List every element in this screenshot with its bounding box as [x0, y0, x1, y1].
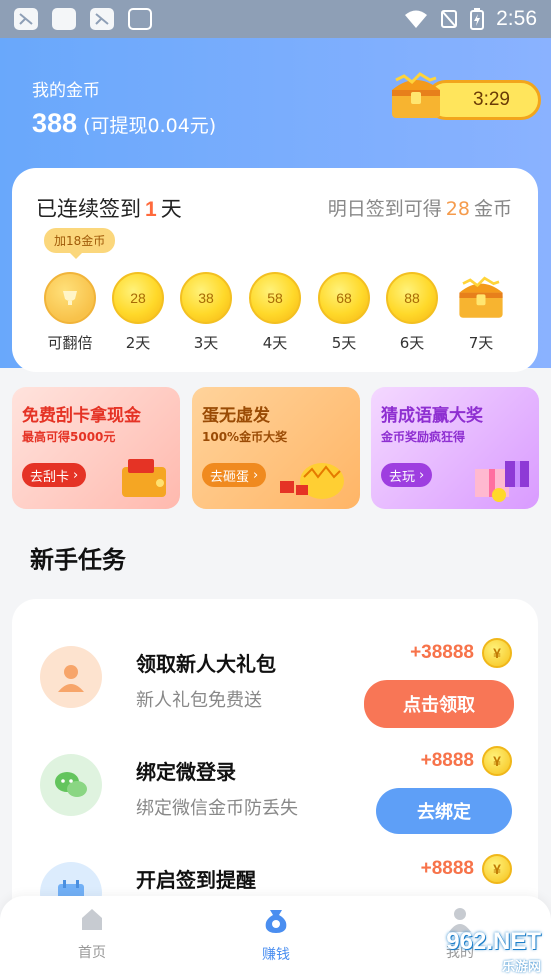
nav-earn[interactable]: 赚钱: [236, 906, 316, 964]
watermark-main: 962.NET: [446, 928, 541, 955]
yen-coin-icon: ¥: [482, 854, 512, 884]
signin-day-2[interactable]: 28 2天: [110, 272, 166, 353]
task-reward: +8888 ¥: [421, 854, 512, 884]
signin-day-label: 3天: [193, 334, 219, 352]
task-reward-amount: +8888: [420, 750, 474, 771]
trophy-icon: [44, 272, 96, 324]
coin-icon: 68: [318, 272, 370, 324]
user-avatar-icon: [40, 646, 102, 708]
coin-icon: 28: [112, 272, 164, 324]
signin-day-label: 4天: [262, 334, 288, 352]
signin-streak: 已连续签到 1 天: [36, 193, 182, 223]
coin-icon: 88: [386, 272, 438, 324]
status-bar: 2:56: [0, 0, 551, 38]
my-coins-label: 我的金币: [32, 81, 100, 101]
task-item-newbie-gift: 领取新人大礼包 新人礼包免费送 +38888 ¥ 点击领取: [12, 636, 538, 746]
treasure-chest-icon: [392, 72, 440, 118]
button-label: 去刮卡: [30, 469, 70, 485]
watermark-logo: 962.NET 乐游网: [446, 928, 541, 975]
signin-streak-suffix: 天: [160, 197, 182, 221]
chevron-right-icon: ›: [253, 467, 259, 483]
chevron-right-icon: ›: [73, 467, 79, 483]
signin-streak-prefix: 已连续签到: [36, 197, 141, 221]
clock: 2:56: [496, 7, 537, 30]
tomorrow-reward-amount: 28: [445, 198, 470, 220]
task-item-bind-wechat: 绑定微登录 绑定微信金币防丢失 +8888 ¥ 去绑定: [12, 744, 538, 854]
signin-day-5[interactable]: 68 5天: [316, 272, 372, 353]
no-signal-icon: [441, 10, 458, 28]
notification-app-icon: [52, 8, 76, 30]
promo-subtitle: 金币奖励疯狂得: [381, 430, 466, 444]
signin-card: 已连续签到 1 天 明日签到可得 28 金币 加18金币 可翻倍 28 2天 38 3天…: [12, 168, 538, 372]
egg-smash-button[interactable]: 去砸蛋 ›: [202, 463, 267, 487]
nav-home[interactable]: 首页: [52, 906, 132, 962]
shopping-bag-icon: [128, 8, 152, 30]
task-description: 新人礼包免费送: [136, 690, 262, 711]
task-reward: +8888 ¥: [421, 746, 512, 776]
wechat-icon: [40, 754, 102, 816]
task-reward-amount: +38888: [410, 642, 474, 663]
signin-streak-days: 1: [145, 198, 157, 221]
chevron-right-icon: ›: [419, 467, 425, 483]
coin-icon: 38: [180, 272, 232, 324]
nav-label: 赚钱: [262, 947, 290, 963]
promo-title: 猜成语赢大奖: [381, 406, 483, 426]
signin-day-4[interactable]: 58 4天: [247, 272, 303, 353]
wifi-icon: [405, 10, 428, 28]
treasure-chest-timer[interactable]: 3:29: [386, 70, 546, 130]
task-title: 领取新人大礼包: [136, 652, 276, 676]
tomorrow-reward-prefix: 明日签到可得: [327, 198, 442, 220]
signin-day-label: 6天: [399, 334, 425, 352]
coin-balance: 388 (可提现0.04元): [32, 108, 216, 139]
wallet-icon: [122, 459, 166, 497]
promo-title: 免费刮卡拿现金: [22, 406, 141, 426]
tomorrow-reward-suffix: 金币: [473, 198, 512, 220]
signin-day-7[interactable]: 7天: [453, 272, 509, 353]
home-icon: [82, 909, 102, 930]
money-bag-icon: [265, 910, 287, 933]
withdraw-amount: (可提现0.04元): [83, 115, 217, 137]
section-title-newbie-tasks: 新手任务: [30, 546, 126, 574]
promo-idiom-guess[interactable]: 猜成语赢大奖 金币奖励疯狂得 去玩 ›: [371, 387, 539, 509]
promo-egg-smash[interactable]: 蛋无虚发 100%金币大奖 去砸蛋 ›: [192, 387, 360, 509]
task-reward-amount: +8888: [420, 858, 474, 879]
button-label: 去砸蛋: [210, 469, 250, 485]
signin-day-label: 7天: [468, 334, 494, 352]
watermark-sub: 乐游网: [501, 959, 541, 974]
task-title: 绑定微登录: [136, 760, 236, 784]
play-button[interactable]: 去玩 ›: [381, 463, 433, 487]
task-title: 开启签到提醒: [136, 868, 256, 892]
coin-amount: 388: [32, 108, 78, 138]
promo-subtitle: 最高可得5000元: [22, 430, 116, 444]
nav-label: 首页: [78, 945, 106, 961]
bind-wechat-button[interactable]: 去绑定: [376, 788, 512, 834]
signin-day-3[interactable]: 38 3天: [178, 272, 234, 353]
yen-coin-icon: ¥: [482, 746, 512, 776]
button-label: 去玩: [389, 469, 416, 485]
signin-day-1[interactable]: 可翻倍: [42, 272, 98, 353]
signin-day-6[interactable]: 88 6天: [384, 272, 440, 353]
claim-gift-button[interactable]: 点击领取: [364, 680, 514, 728]
scratch-card-button[interactable]: 去刮卡 ›: [22, 463, 87, 487]
treasure-chest-icon: [459, 276, 503, 318]
yen-coin-icon: ¥: [482, 638, 512, 668]
battery-icon: [470, 8, 485, 30]
golden-egg-icon: [280, 463, 344, 499]
signin-day-label: 可翻倍: [47, 334, 93, 352]
notification-app-icon: [14, 8, 38, 30]
signin-day-label: 5天: [331, 334, 357, 352]
gift-box-icon: [475, 461, 529, 502]
promo-subtitle: 100%金币大奖: [202, 430, 288, 444]
signin-day-label: 2天: [125, 334, 151, 352]
task-reward: +38888 ¥: [410, 638, 512, 668]
bonus-bubble: 加18金币: [44, 228, 116, 259]
tomorrow-reward: 明日签到可得 28 金币: [328, 194, 512, 221]
coin-icon: 58: [249, 272, 301, 324]
task-description: 绑定微信金币防丢失: [136, 798, 298, 819]
promo-scratch-card[interactable]: 免费刮卡拿现金 最高可得5000元 去刮卡 ›: [12, 387, 180, 509]
promo-title: 蛋无虚发: [202, 406, 270, 426]
notification-app-icon: [90, 8, 114, 30]
